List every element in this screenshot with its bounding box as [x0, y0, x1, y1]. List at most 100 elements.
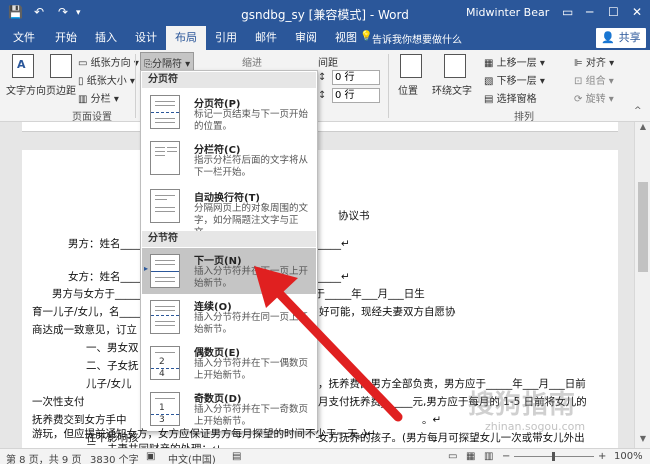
breaks-icon: ⎘ [144, 59, 152, 70]
wrap-text-label: 环绕文字 [432, 86, 472, 97]
watermark-url: zhinan.sogou.com [485, 420, 586, 433]
rotate-icon: ⟳ [574, 94, 583, 105]
doc-line: 儿子/女儿 [86, 378, 132, 390]
tab-layout[interactable]: 布局 [166, 26, 206, 50]
read-mode-icon[interactable]: ▭ [448, 451, 457, 462]
tab-mailings[interactable]: 邮件 [246, 26, 286, 50]
indent-label: 缩进 [242, 58, 262, 69]
title-bar: 💾 ↶ ↷ ▾ gsndbg_sy [兼容模式] - Word Midwinte… [0, 0, 650, 26]
ribbon-display-icon[interactable]: ▭ [562, 5, 573, 19]
page-setup-group-label: 页面设置 [72, 112, 112, 123]
group-button[interactable]: ⊡ 组合 ▾ [574, 72, 614, 87]
columns-icon: ▥ [78, 94, 88, 105]
spacing-before-input[interactable]: 0 行 [332, 70, 380, 85]
status-bar: 第 8 页，共 9 页 3830 个字 ▣ 中文(中国) ▤ ▭ ▦ ▥ − +… [0, 448, 650, 464]
tab-home[interactable]: 开始 [46, 26, 86, 50]
columns-button[interactable]: ▥ 分栏 ▾ [78, 90, 119, 105]
text-direction-icon: A [12, 54, 34, 78]
annotation-arrow [254, 266, 403, 422]
position-label: 位置 [398, 86, 418, 97]
doc-line: 二、子女抚 [86, 360, 139, 372]
bring-forward-button[interactable]: ▦ 上移一层 ▾ [484, 54, 545, 69]
doc-line: 抚养费交到女方手中 [32, 414, 127, 426]
selection-pane-icon: ▤ [484, 94, 494, 105]
group-label: 组合 [585, 76, 606, 87]
align-button[interactable]: ⊫ 对齐 ▾ [574, 54, 614, 69]
menu-item-desc: 标记一页结束与下一页开始的位置。 [194, 109, 309, 132]
language[interactable]: 中文(中国) [168, 451, 216, 464]
orientation-label: 纸张方向 [90, 58, 131, 69]
group-divider [388, 54, 389, 118]
doc-line: 游玩，但应提前通知女方，女方应保证男方每月探望的时间不少于一天。)↵ [32, 428, 376, 440]
zoom-slider-thumb[interactable] [552, 452, 555, 461]
scroll-down-icon[interactable]: ▼ [635, 434, 650, 448]
doc-line: 一、男女双 [86, 342, 139, 354]
selection-pane-label: 选择窗格 [496, 94, 537, 105]
user-name[interactable]: Midwinter Bear [466, 6, 549, 19]
macro-icon[interactable]: ▤ [232, 451, 241, 462]
previous-page [22, 122, 618, 132]
menu-item-title: 分栏符(C) [194, 145, 241, 156]
close-icon[interactable]: ✕ [632, 5, 642, 19]
print-layout-icon[interactable]: ▦ [466, 451, 475, 462]
tab-file[interactable]: 文件 [4, 26, 44, 50]
tab-design[interactable]: 设计 [126, 26, 166, 50]
scroll-thumb[interactable] [638, 182, 648, 272]
page-count[interactable]: 第 8 页，共 9 页 [6, 451, 81, 464]
size-button[interactable]: ▯ 纸张大小 ▾ [78, 72, 135, 87]
zoom-in-icon[interactable]: + [598, 451, 606, 462]
scroll-up-icon[interactable]: ▲ [635, 122, 650, 136]
send-backward-button[interactable]: ▧ 下移一层 ▾ [484, 72, 545, 87]
menu-item-text-wrapping-break[interactable]: 自动换行符(T) 分隔网页上的对象周围的文字，如分隔题注文字与正文。 [142, 183, 316, 238]
doc-line: 三、夫妻共同财产的处理：↵ [86, 441, 221, 448]
tab-review[interactable]: 审阅 [286, 26, 326, 50]
page-break-icon [150, 95, 180, 129]
web-layout-icon[interactable]: ▥ [484, 451, 493, 462]
margins-label: 页边距 [46, 86, 76, 97]
even-page-icon: 2 4 [150, 346, 180, 380]
bring-forward-label: 上移一层 [496, 58, 537, 69]
maximize-icon[interactable]: ☐ [608, 5, 619, 19]
bring-forward-icon: ▦ [484, 58, 494, 69]
align-icon: ⊫ [574, 58, 583, 69]
columns-label: 分栏 [90, 94, 111, 105]
spacing-after-icon: ↕ [318, 90, 327, 101]
selected-marker-icon: ▸ [144, 264, 149, 273]
margins-icon [50, 54, 72, 78]
menu-item-title: 奇数页(D) [194, 394, 242, 405]
rotate-label: 旋转 [585, 94, 606, 105]
spacing-label: 间距 [318, 58, 338, 69]
zoom-out-icon[interactable]: − [502, 451, 510, 462]
window-title: gsndbg_sy [兼容模式] - Word [241, 8, 409, 22]
group-icon: ⊡ [574, 76, 583, 87]
size-label: 纸张大小 [86, 76, 127, 87]
text-direction-label: 文字方向 [6, 86, 46, 97]
word-count[interactable]: 3830 个字 [90, 451, 139, 464]
menu-item-column-break[interactable]: 分栏符(C) 指示分栏符后面的文字将从下一栏开始。 [142, 135, 316, 183]
collapse-ribbon-icon[interactable]: ^ [634, 106, 642, 116]
send-backward-icon: ▧ [484, 76, 494, 87]
page-breaks-header: 分页符 [142, 72, 316, 88]
orientation-button[interactable]: ▭ 纸张方向 ▾ [78, 54, 139, 69]
align-label: 对齐 [585, 58, 606, 69]
tab-references[interactable]: 引用 [206, 26, 246, 50]
menu-item-title: 下一页(N) [194, 256, 242, 267]
spacing-after-input[interactable]: 0 行 [332, 88, 380, 103]
ribbon-body: A 文字方向 页边距 ▭ 纸张方向 ▾ ▯ 纸张大小 ▾ ▥ 分栏 ▾ ⎘分隔符… [0, 50, 650, 123]
menu-item-title: 偶数页(E) [194, 348, 240, 359]
text-wrapping-break-icon [150, 189, 180, 223]
tab-insert[interactable]: 插入 [86, 26, 126, 50]
menu-item-page-break[interactable]: 分页符(P) 标记一页结束与下一页开始的位置。 [142, 89, 316, 135]
section-breaks-header: 分节符 [142, 231, 316, 247]
tell-me-search[interactable]: 告诉我你想要做什么 [372, 31, 462, 46]
doc-line: 一次性支付 [32, 396, 85, 408]
share-button[interactable]: 👤 共享 [596, 28, 646, 48]
next-page-icon [150, 254, 180, 288]
minimize-icon[interactable]: ─ [586, 5, 593, 19]
selection-pane-button[interactable]: ▤ 选择窗格 [484, 90, 537, 105]
watermark-logo: 搜狗指南 [468, 390, 577, 420]
zoom-level[interactable]: 100% [614, 451, 643, 462]
proofing-icon[interactable]: ▣ [146, 451, 155, 462]
vertical-scrollbar[interactable]: ▲ ▼ [634, 122, 650, 448]
rotate-button[interactable]: ⟳ 旋转 ▾ [574, 90, 614, 105]
